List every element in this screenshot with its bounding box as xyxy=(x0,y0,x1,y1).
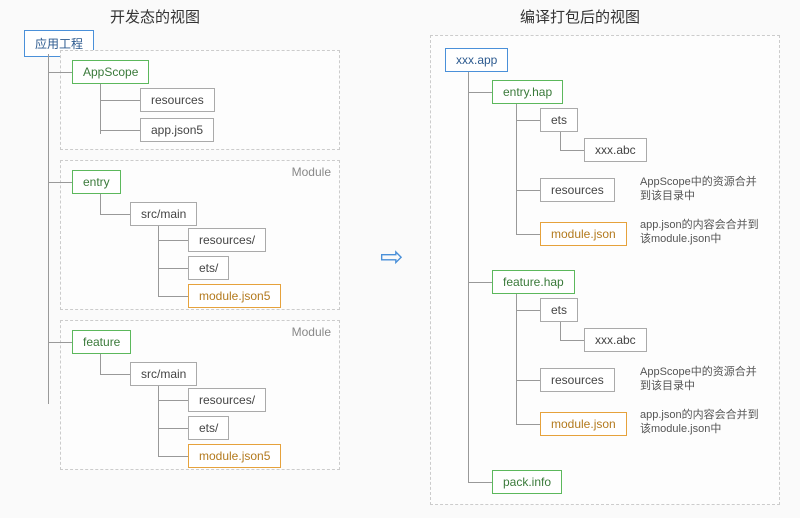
left-title: 开发态的视图 xyxy=(110,6,200,27)
entry-hap-abc: xxx.abc xyxy=(584,138,647,162)
tree-line xyxy=(100,130,140,131)
tree-line xyxy=(158,456,188,457)
feature-ets: ets/ xyxy=(188,416,229,440)
feature-modulejson: module.json5 xyxy=(188,444,281,468)
note-resources: AppScope中的资源合并到该目录中 xyxy=(640,365,760,394)
feature-hap-abc: xxx.abc xyxy=(584,328,647,352)
tree-line xyxy=(48,54,49,404)
tree-line xyxy=(48,342,72,343)
entry-hap-resources: resources xyxy=(540,178,615,202)
tree-line xyxy=(516,104,517,234)
tree-line xyxy=(48,72,72,73)
note-modulejson: app.json的内容会合并到该module.json中 xyxy=(640,408,760,437)
appscope-appjson: app.json5 xyxy=(140,118,214,142)
tree-line xyxy=(516,120,540,121)
tree-line xyxy=(516,294,517,424)
tree-line xyxy=(516,310,540,311)
feature-hap: feature.hap xyxy=(492,270,575,294)
appscope-resources: resources xyxy=(140,88,215,112)
tree-line xyxy=(516,190,540,191)
tree-line xyxy=(158,400,188,401)
tree-line xyxy=(100,214,130,215)
tree-line xyxy=(560,340,584,341)
arrow-icon: ⇨ xyxy=(380,240,403,273)
appscope-node: AppScope xyxy=(72,60,149,84)
tree-line xyxy=(158,226,159,296)
tree-line xyxy=(468,92,492,93)
tree-line xyxy=(560,322,561,340)
tree-line xyxy=(48,182,72,183)
tree-line xyxy=(158,268,188,269)
tree-line xyxy=(158,386,159,456)
right-root: xxx.app xyxy=(445,48,508,72)
note-resources: AppScope中的资源合并到该目录中 xyxy=(640,175,760,204)
entry-hap-ets: ets xyxy=(540,108,578,132)
tree-line xyxy=(158,428,188,429)
feature-resources: resources/ xyxy=(188,388,266,412)
entry-resources: resources/ xyxy=(188,228,266,252)
feature-hap-resources: resources xyxy=(540,368,615,392)
right-title: 编译打包后的视图 xyxy=(520,6,640,27)
feature-hap-ets: ets xyxy=(540,298,578,322)
tree-line xyxy=(516,380,540,381)
entry-hap: entry.hap xyxy=(492,80,563,104)
note-modulejson: app.json的内容会合并到该module.json中 xyxy=(640,218,760,247)
entry-modulejson: module.json5 xyxy=(188,284,281,308)
entry-ets: ets/ xyxy=(188,256,229,280)
tree-line xyxy=(100,194,101,214)
tree-line xyxy=(468,282,492,283)
tree-line xyxy=(560,132,561,150)
feature-hap-modulejson: module.json xyxy=(540,412,627,436)
tree-line xyxy=(100,84,101,134)
tree-line xyxy=(516,234,540,235)
entry-srcmain: src/main xyxy=(130,202,197,226)
module-label: Module xyxy=(292,165,331,179)
tree-line xyxy=(100,374,130,375)
feature-srcmain: src/main xyxy=(130,362,197,386)
tree-line xyxy=(158,240,188,241)
tree-line xyxy=(100,100,140,101)
module-label: Module xyxy=(292,325,331,339)
tree-line xyxy=(560,150,584,151)
tree-line xyxy=(100,354,101,374)
tree-line xyxy=(516,424,540,425)
tree-line xyxy=(158,296,188,297)
entry-node: entry xyxy=(72,170,121,194)
pack-info: pack.info xyxy=(492,470,562,494)
entry-hap-modulejson: module.json xyxy=(540,222,627,246)
tree-line xyxy=(468,482,492,483)
tree-line xyxy=(468,72,469,482)
feature-node: feature xyxy=(72,330,131,354)
